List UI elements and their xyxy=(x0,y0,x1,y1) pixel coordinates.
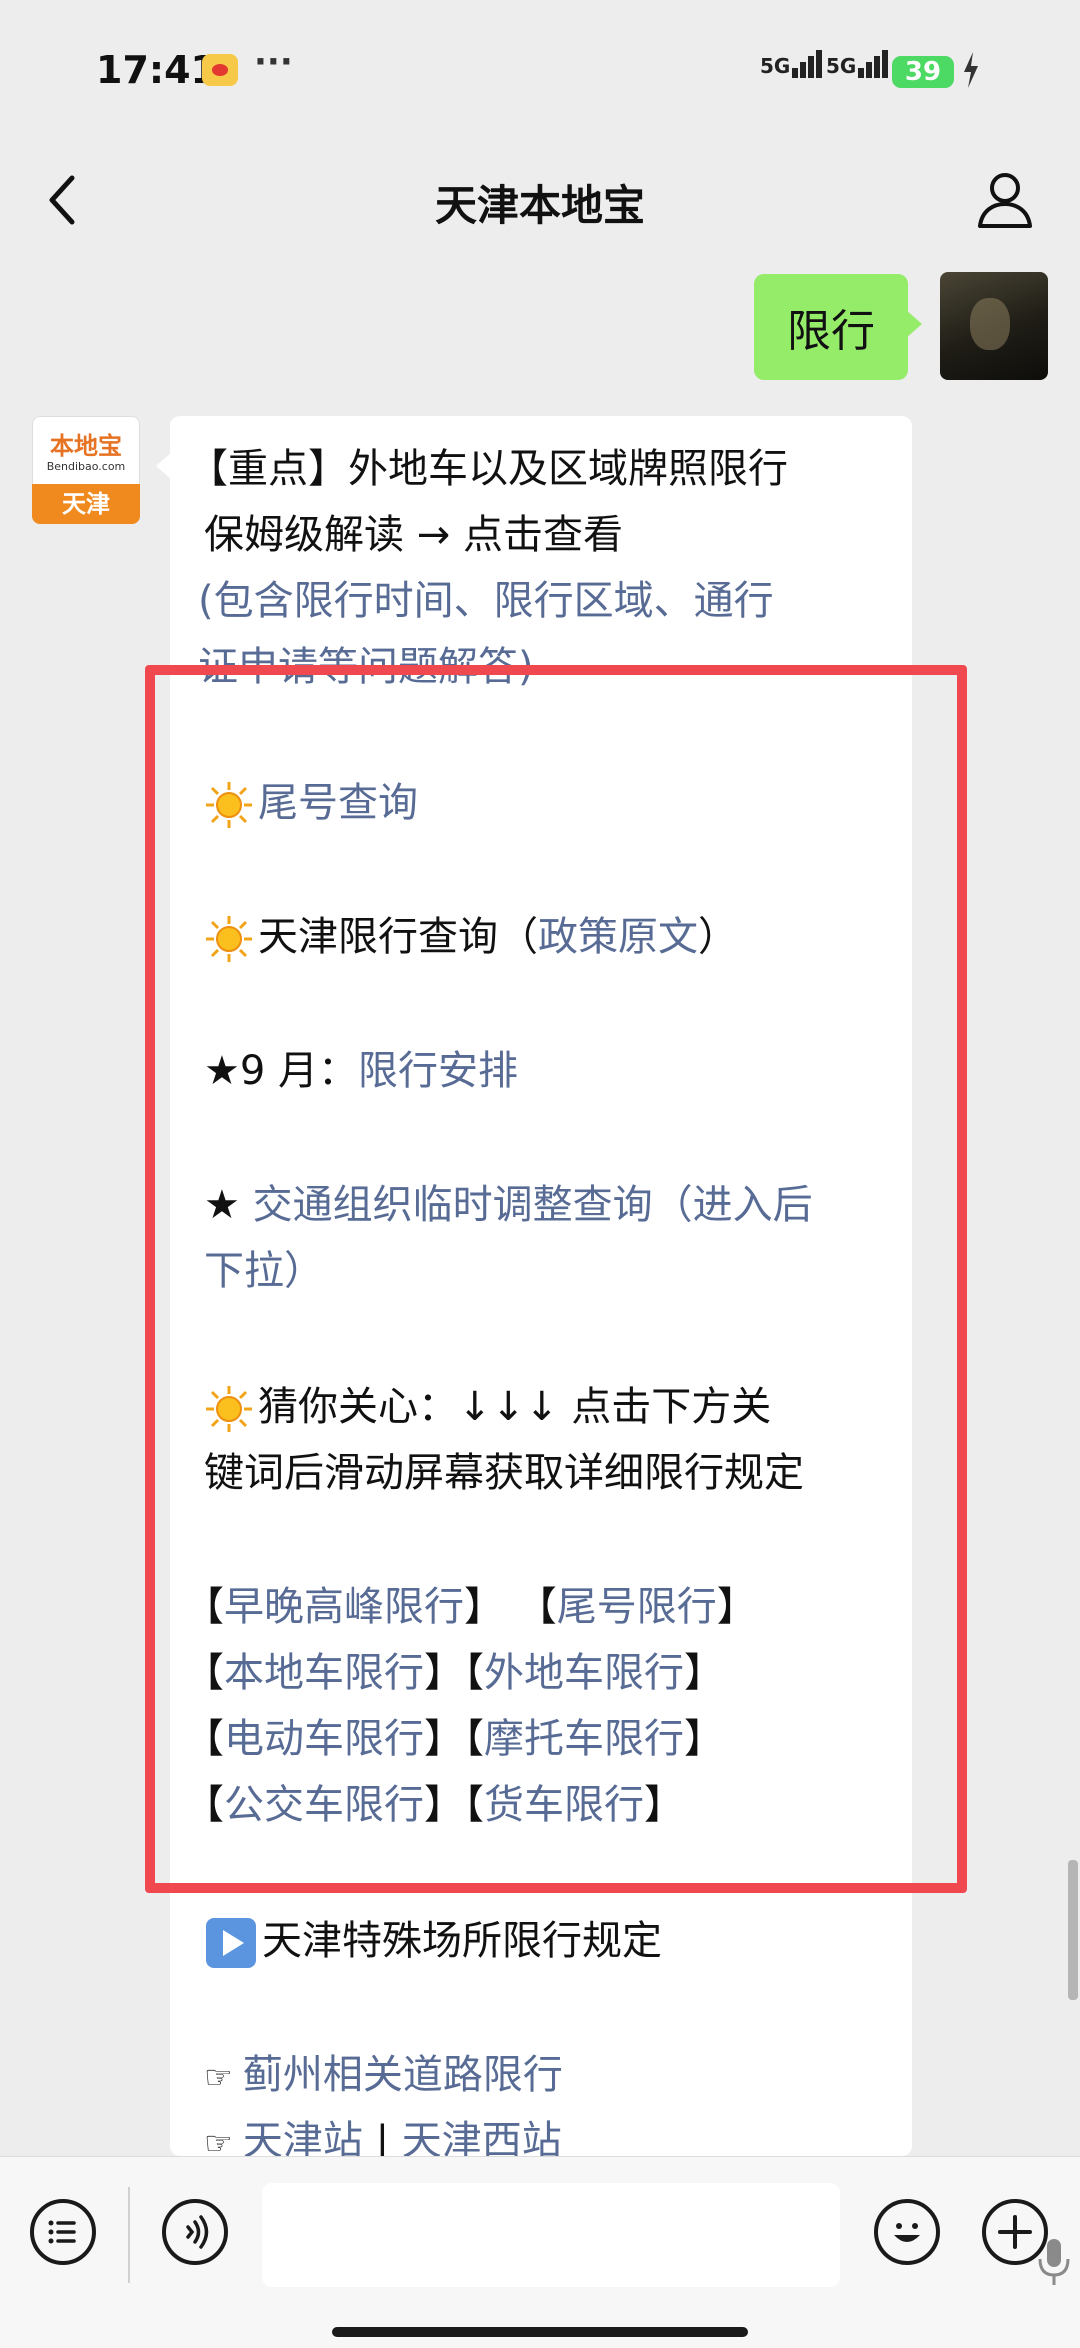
avatar-logo-text: 本地宝 xyxy=(50,432,122,460)
weibo-icon xyxy=(202,54,238,86)
message-line[interactable]: 保姆级解读 → 点击查看 xyxy=(204,502,623,568)
list-icon[interactable] xyxy=(30,2199,96,2265)
scrollbar[interactable] xyxy=(1068,1860,1078,2000)
status-bar: 17:41 ··· 5G 5G 39 xyxy=(0,0,1080,140)
user-avatar[interactable] xyxy=(940,272,1048,380)
avatar-city-text: 天津 xyxy=(32,484,140,524)
status-time: 17:41 xyxy=(96,48,217,92)
voice-icon[interactable] xyxy=(162,2199,228,2265)
avatar-url-text: Bendibao.com xyxy=(46,460,126,473)
signal-2-icon: 5G xyxy=(826,50,890,78)
battery-icon: 39 xyxy=(892,56,954,88)
special-places-row: 天津特殊场所限行规定 xyxy=(204,1908,662,1974)
jizhou-row: ☞ 蓟州相关道路限行 xyxy=(204,2042,563,2110)
message-link[interactable]: (包含限行时间、限行区域、通行 xyxy=(198,568,774,634)
message-line: 【重点】外地车以及区域牌照限行 xyxy=(188,446,788,492)
more-notifications: ··· xyxy=(254,42,293,82)
home-indicator[interactable] xyxy=(332,2327,748,2337)
sent-message-text: 限行 xyxy=(787,306,875,357)
sent-message-bubble[interactable]: 限行 xyxy=(754,274,922,380)
jizhou-link[interactable]: 蓟州相关道路限行 xyxy=(243,2052,563,2098)
emoji-icon[interactable] xyxy=(874,2199,940,2265)
bottom-input-bar xyxy=(0,2156,1080,2348)
plus-icon[interactable] xyxy=(982,2199,1048,2265)
pointing-hand-icon: ☞ xyxy=(204,2058,243,2096)
account-avatar[interactable]: 本地宝 Bendibao.com 天津 xyxy=(32,416,140,524)
charging-icon xyxy=(964,52,978,88)
page-title: 天津本地宝 xyxy=(434,181,645,230)
nav-bar: 天津本地宝 xyxy=(0,140,1080,260)
highlight-box xyxy=(145,665,967,1893)
special-places-text: 天津特殊场所限行规定 xyxy=(262,1918,662,1964)
play-icon xyxy=(206,1918,256,1968)
divider xyxy=(128,2187,130,2283)
person-icon[interactable] xyxy=(974,168,1036,230)
message-input[interactable] xyxy=(262,2183,1070,2287)
signal-1-icon: 5G xyxy=(760,50,824,78)
